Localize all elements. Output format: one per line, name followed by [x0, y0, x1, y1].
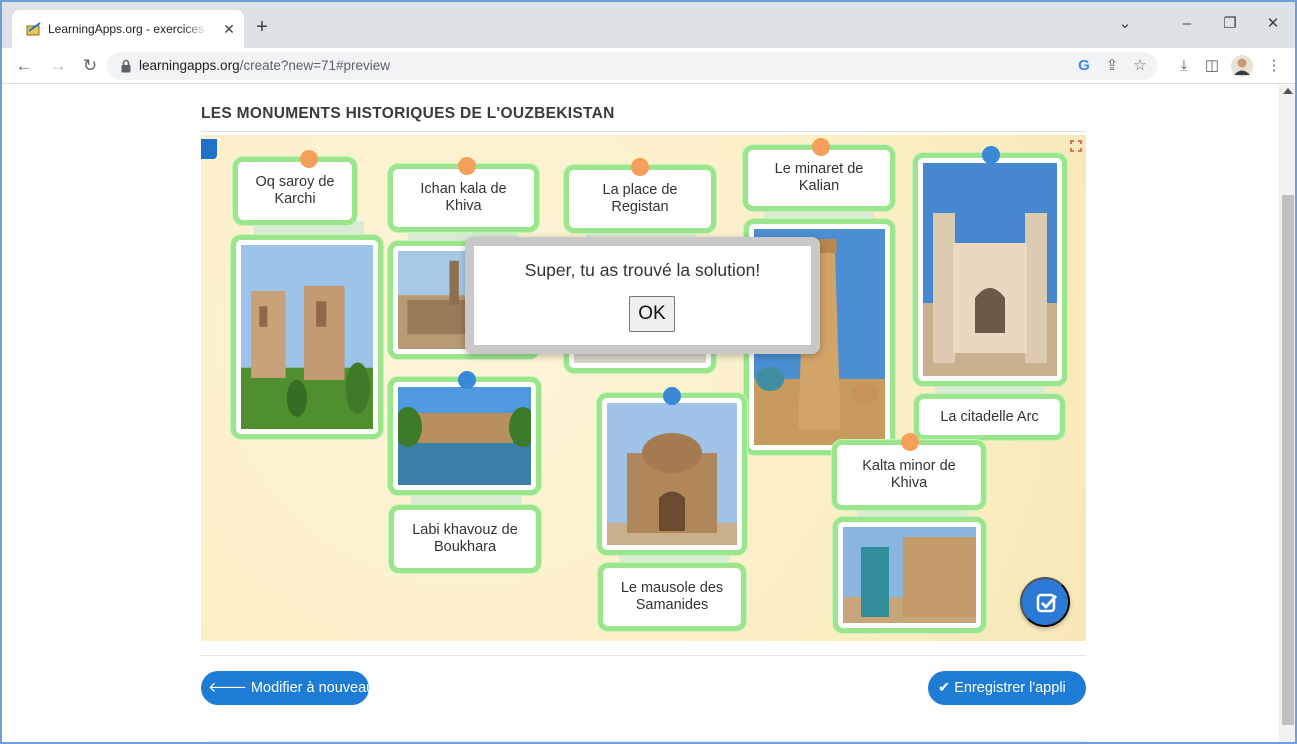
- text-card-oq-saroy[interactable]: Oq saroy de Karchi: [233, 157, 357, 225]
- url-path: /create?new=71#preview: [239, 58, 391, 73]
- image-card-oq-saroy[interactable]: [231, 235, 383, 439]
- scroll-up-arrow-icon[interactable]: [1283, 88, 1293, 94]
- image-card-kalta-minor[interactable]: [833, 517, 986, 633]
- connection-dot[interactable]: [812, 138, 830, 156]
- kalta-minor-photo: [843, 527, 976, 623]
- minimize-icon[interactable]: –: [1172, 12, 1202, 36]
- card-label: Oq saroy de Karchi: [255, 174, 335, 207]
- game-board: Oq saroy de Karchi Ichan kala de Khiva L…: [201, 135, 1086, 641]
- save-app-button[interactable]: ✔ Enregistrer l'appli: [928, 671, 1086, 705]
- text-card-labi-khavouz[interactable]: Labi khavouz de Boukhara: [389, 505, 541, 573]
- card-label: La place de Registan: [602, 182, 678, 215]
- share-icon[interactable]: ⇪: [1100, 54, 1124, 78]
- page-title: LES MONUMENTS HISTORIQUES DE L'OUZBEKIST…: [201, 105, 615, 122]
- checkmark-icon: ✔: [938, 680, 951, 696]
- modify-label: Modifier à nouveau: [250, 680, 375, 696]
- divider: [207, 741, 1087, 742]
- browser-tab[interactable]: LearningApps.org - exercices scolaires ✕: [12, 10, 244, 48]
- arrow-left-icon: 🡐: [208, 680, 247, 696]
- connection-dot[interactable]: [458, 371, 476, 389]
- connection-dot[interactable]: [631, 158, 649, 176]
- card-label: Labi khavouz de Boukhara: [412, 522, 518, 555]
- connection-dot[interactable]: [458, 157, 476, 175]
- tab-search-chevron-icon[interactable]: ⌄: [1110, 12, 1140, 36]
- divider: [201, 131, 1086, 132]
- browser-toolbar: ← → ↻ learningapps.org/create?new=71#pre…: [2, 48, 1295, 84]
- divider: [201, 655, 1086, 656]
- card-label: Le mausole des Samanides: [620, 580, 724, 613]
- card-label: Le minaret de Kalian: [774, 161, 864, 194]
- download-icon[interactable]: ⤓: [1172, 54, 1196, 78]
- lock-icon: [121, 59, 131, 73]
- image-card-samanides[interactable]: [597, 393, 747, 555]
- image-card-citadelle-arc[interactable]: [913, 153, 1067, 386]
- edit-tab-icon[interactable]: [201, 139, 217, 159]
- tab-bar: LearningApps.org - exercices scolaires ✕…: [2, 2, 1295, 48]
- success-dialog: Super, tu as trouvé la solution! OK: [465, 237, 820, 354]
- restore-icon[interactable]: ❐: [1215, 12, 1245, 36]
- star-icon[interactable]: ☆: [1128, 54, 1152, 78]
- save-label: Enregistrer l'appli: [954, 680, 1066, 696]
- oq-saroy-photo: [241, 245, 373, 429]
- text-card-samanides[interactable]: Le mausole des Samanides: [598, 563, 746, 631]
- scrollbar[interactable]: [1279, 85, 1295, 742]
- page-content: LES MONUMENTS HISTORIQUES DE L'OUZBEKIST…: [2, 85, 1279, 742]
- connection-dot[interactable]: [982, 146, 1000, 164]
- learningapps-favicon-icon: [26, 22, 41, 36]
- close-window-icon[interactable]: ✕: [1258, 12, 1288, 36]
- check-edit-icon: [1036, 593, 1058, 613]
- text-card-citadelle-arc[interactable]: La citadelle Arc: [914, 394, 1065, 440]
- google-icon[interactable]: G: [1072, 54, 1096, 78]
- card-label: La citadelle Arc: [940, 408, 1039, 425]
- samanides-photo: [607, 403, 737, 545]
- fullscreen-icon[interactable]: [1070, 140, 1082, 152]
- address-bar[interactable]: learningapps.org/create?new=71#preview: [107, 52, 1157, 80]
- labi-khavouz-photo: [398, 387, 531, 485]
- card-label: Ichan kala de Khiva: [420, 181, 507, 214]
- connection-dot[interactable]: [300, 150, 318, 168]
- new-tab-icon[interactable]: +: [252, 17, 272, 37]
- card-label: Kalta minor de Khiva: [862, 458, 956, 491]
- check-solution-button[interactable]: [1020, 577, 1070, 627]
- tab-close-icon[interactable]: ✕: [220, 20, 238, 38]
- modify-again-button[interactable]: 🡐 Modifier à nouveau: [201, 671, 374, 705]
- image-card-labi-khavouz[interactable]: [388, 377, 541, 495]
- reload-icon[interactable]: ↻: [78, 54, 102, 78]
- url-domain: learningapps.org: [139, 58, 240, 73]
- profile-avatar[interactable]: [1230, 54, 1254, 78]
- browser-window: LearningApps.org - exercices scolaires ✕…: [0, 0, 1297, 744]
- sidepanel-icon[interactable]: ◫: [1200, 54, 1224, 78]
- ok-button[interactable]: OK: [629, 296, 675, 332]
- citadelle-arc-photo: [923, 163, 1057, 376]
- tab-title: LearningApps.org - exercices scolaires: [48, 22, 208, 36]
- connection-dot[interactable]: [663, 387, 681, 405]
- url-text: learningapps.org/create?new=71#preview: [139, 58, 390, 73]
- forward-icon[interactable]: →: [46, 54, 70, 78]
- connection-dot[interactable]: [901, 433, 919, 451]
- dialog-message: Super, tu as trouvé la solution!: [524, 260, 761, 280]
- back-icon[interactable]: ←: [12, 54, 36, 78]
- menu-icon[interactable]: ⋮: [1262, 54, 1286, 78]
- scroll-thumb[interactable]: [1282, 195, 1294, 725]
